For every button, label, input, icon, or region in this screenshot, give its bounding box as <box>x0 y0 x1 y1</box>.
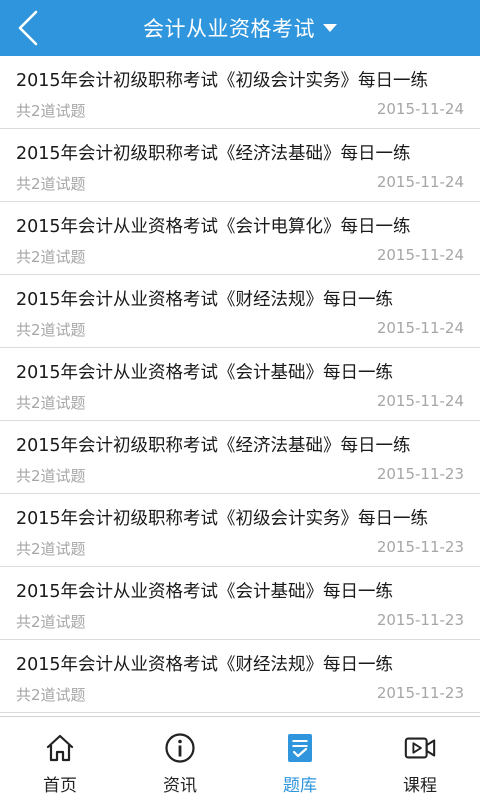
item-title: 2015年会计从业资格考试《会计基础》每日一练 <box>16 363 394 383</box>
list-item[interactable]: 2015年会计从业资格考试《会计基础》每日一练 共2道试题 2015-11-24 <box>0 348 480 421</box>
chevron-left-icon <box>18 10 38 46</box>
list-item[interactable]: 2015年会计从业资格考试《会计基础》每日一练 共2道试题 2015-11-23 <box>0 567 480 640</box>
item-question-count: 共2道试题 <box>16 321 86 339</box>
bottom-nav: 首页 资讯 题库 课程 <box>0 716 480 800</box>
item-title: 2015年会计从业资格考试《会计电算化》每日一练 <box>16 217 411 237</box>
item-question-count: 共2道试题 <box>16 467 86 485</box>
list-item[interactable]: 2015年会计从业资格考试《财经法规》每日一练 共2道试题 2015-11-23 <box>0 640 480 713</box>
nav-label-home: 首页 <box>43 776 77 796</box>
exercise-list[interactable]: 2015年会计初级职称考试《初级会计实务》每日一练 共2道试题 2015-11-24… <box>0 56 480 716</box>
list-item[interactable]: 2015年会计初级职称考试《经济法基础》每日一练 共2道试题 2015-11-24 <box>0 129 480 202</box>
item-title: 2015年会计从业资格考试《财经法规》每日一练 <box>16 290 394 310</box>
list-item[interactable]: 2015年会计初级职称考试《初级会计实务》每日一练 共2道试题 2015-11-23 <box>0 494 480 567</box>
item-title: 2015年会计初级职称考试《初级会计实务》每日一练 <box>16 71 429 91</box>
item-question-count: 共2道试题 <box>16 394 86 412</box>
item-question-count: 共2道试题 <box>16 613 86 631</box>
caret-down-icon <box>323 24 337 32</box>
item-title: 2015年会计初级职称考试《初级会计实务》每日一练 <box>16 509 429 529</box>
item-date: 2015-11-23 <box>376 611 464 629</box>
item-title: 2015年会计初级职称考试《经济法基础》每日一练 <box>16 436 411 456</box>
item-date: 2015-11-24 <box>376 246 464 264</box>
item-question-count: 共2道试题 <box>16 540 86 558</box>
item-question-count: 共2道试题 <box>16 175 86 193</box>
video-course-icon <box>404 737 436 759</box>
nav-item-home[interactable]: 首页 <box>0 717 120 800</box>
question-bank-icon <box>288 734 312 762</box>
item-title: 2015年会计初级职称考试《经济法基础》每日一练 <box>16 144 411 164</box>
nav-label-courses: 课程 <box>403 776 437 796</box>
home-icon <box>46 734 74 762</box>
item-date: 2015-11-23 <box>376 465 464 483</box>
title-bar: 会计从业资格考试 <box>0 0 480 56</box>
list-item[interactable]: 2015年会计初级职称考试《初级会计实务》每日一练 共2道试题 2015-11-24 <box>0 56 480 129</box>
list-item[interactable]: 2015年会计从业资格考试《会计电算化》每日一练 共2道试题 2015-11-24 <box>0 202 480 275</box>
page-title: 会计从业资格考试 <box>143 17 315 41</box>
item-question-count: 共2道试题 <box>16 248 86 266</box>
nav-item-news[interactable]: 资讯 <box>120 717 240 800</box>
info-icon <box>165 733 195 763</box>
item-date: 2015-11-23 <box>376 538 464 556</box>
category-dropdown[interactable]: 会计从业资格考试 <box>143 13 337 43</box>
item-date: 2015-11-24 <box>376 173 464 191</box>
nav-item-question-bank[interactable]: 题库 <box>240 717 360 800</box>
item-question-count: 共2道试题 <box>16 686 86 704</box>
item-question-count: 共2道试题 <box>16 102 86 120</box>
item-title: 2015年会计从业资格考试《会计基础》每日一练 <box>16 582 394 602</box>
back-button[interactable] <box>0 0 56 56</box>
nav-item-courses[interactable]: 课程 <box>360 717 480 800</box>
item-date: 2015-11-24 <box>376 392 464 410</box>
item-title: 2015年会计从业资格考试《财经法规》每日一练 <box>16 655 394 675</box>
nav-label-question-bank: 题库 <box>283 776 317 796</box>
list-item[interactable]: 2015年会计初级职称考试《经济法基础》每日一练 共2道试题 2015-11-23 <box>0 421 480 494</box>
item-date: 2015-11-23 <box>376 684 464 702</box>
list-item[interactable]: 2015年会计从业资格考试《财经法规》每日一练 共2道试题 2015-11-24 <box>0 275 480 348</box>
item-date: 2015-11-24 <box>376 100 464 118</box>
item-date: 2015-11-24 <box>376 319 464 337</box>
nav-label-news: 资讯 <box>163 776 197 796</box>
app-screen: 会计从业资格考试 2015年会计初级职称考试《初级会计实务》每日一练 共2道试题 2… <box>0 0 480 800</box>
